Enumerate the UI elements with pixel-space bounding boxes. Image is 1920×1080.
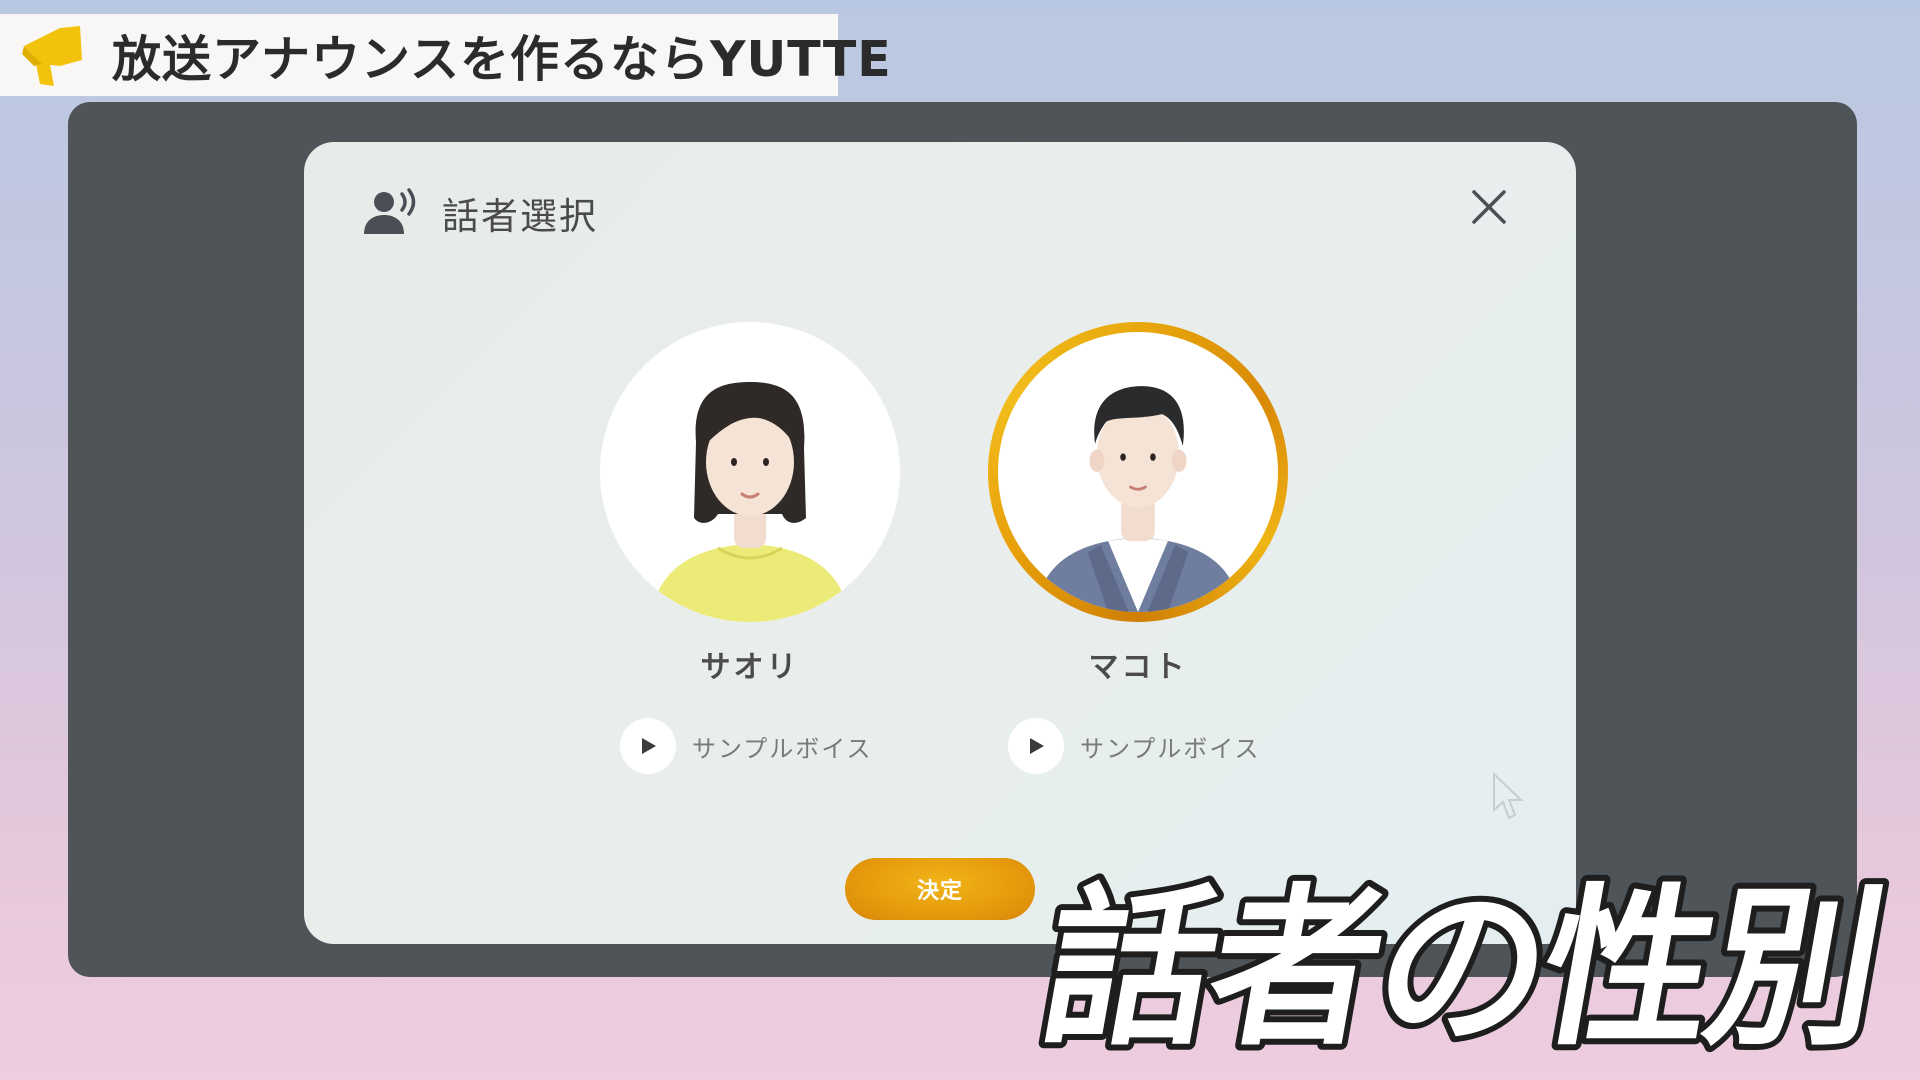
close-icon[interactable] — [1464, 182, 1514, 232]
speaker-select-modal: 話者選択 サオリ サンプルボイス マコト サンプルボイス 決定 — [304, 142, 1576, 944]
play-button[interactable] — [620, 718, 676, 774]
play-icon — [642, 738, 656, 754]
sample-voice-button-makoto[interactable]: サンプルボイス — [1008, 718, 1261, 774]
speaker-name-makoto: マコト — [1088, 650, 1188, 685]
male-avatar — [1035, 386, 1241, 612]
speaker-name-saori: サオリ — [700, 650, 800, 685]
sample-voice-label: サンプルボイス — [692, 734, 873, 763]
speaker-voice-icon — [364, 188, 416, 234]
banner: 放送アナウンスを作るならYUTTE — [0, 14, 891, 96]
caption-text: 話者の性別 — [1029, 868, 1894, 1068]
speaker-avatar-saori[interactable] — [600, 322, 900, 622]
mouse-cursor-icon — [1493, 772, 1524, 820]
confirm-button[interactable]: 決定 — [845, 858, 1035, 920]
modal-title: 話者選択 — [442, 195, 598, 238]
banner-title: 放送アナウンスを作るならYUTTE — [112, 30, 892, 88]
sample-voice-label: サンプルボイス — [1080, 734, 1261, 763]
play-button[interactable] — [1008, 718, 1064, 774]
play-icon — [1030, 738, 1044, 754]
megaphone-icon — [22, 26, 82, 86]
caption: 話者の性別 — [1020, 846, 1900, 1074]
female-avatar — [650, 382, 850, 622]
sample-voice-button-saori[interactable]: サンプルボイス — [620, 718, 873, 774]
speaker-avatar-makoto[interactable] — [988, 322, 1288, 622]
